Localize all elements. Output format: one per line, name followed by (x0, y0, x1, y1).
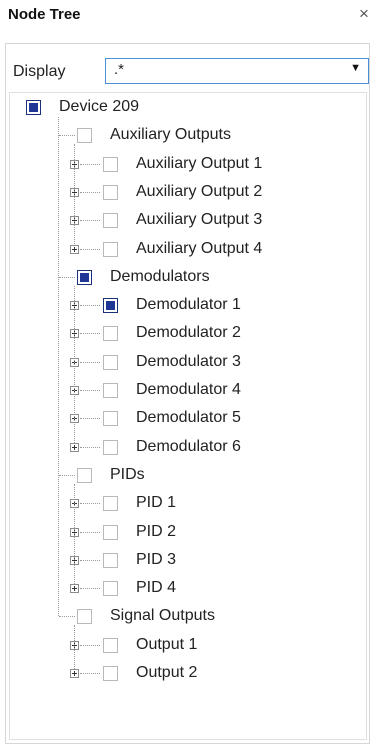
group-checkbox[interactable] (77, 609, 92, 625)
expand-plus-icon[interactable] (70, 244, 79, 254)
tree-node-label[interactable]: Demodulator 5 (136, 409, 241, 427)
tree-connector (80, 559, 100, 561)
node-checkbox[interactable] (103, 496, 118, 512)
tree-connector (80, 191, 100, 193)
tree-group-label[interactable]: Demodulators (110, 268, 210, 286)
tree-connector (74, 483, 75, 585)
tree-connector (80, 673, 100, 674)
tree-group-label[interactable]: Auxiliary Outputs (110, 126, 231, 144)
tree-connector (80, 446, 100, 448)
tree-connector (74, 625, 75, 669)
display-filter-select[interactable]: .* ▼ (105, 58, 369, 84)
tree-node-label[interactable]: Device 209 (59, 98, 139, 116)
node-checkbox[interactable] (103, 552, 118, 568)
node-checkbox[interactable] (103, 637, 118, 653)
expand-plus-icon[interactable] (70, 442, 79, 452)
tree-connector (59, 616, 75, 618)
root-checkbox[interactable] (26, 100, 41, 115)
tree-node-label[interactable]: PID 3 (136, 551, 176, 569)
tree-connector (80, 531, 100, 533)
tree-node-label[interactable]: PID 1 (136, 494, 176, 512)
panel-title: Node Tree (8, 6, 81, 23)
tree-node-label[interactable]: PID 2 (136, 523, 176, 541)
node-checkbox[interactable] (103, 411, 118, 427)
expand-plus-icon[interactable] (70, 669, 79, 678)
tree-node-label[interactable]: Demodulator 4 (136, 381, 241, 399)
tree-connector (74, 144, 75, 245)
group-checkbox[interactable] (77, 128, 92, 144)
node-checkbox[interactable] (103, 354, 118, 370)
node-checkbox[interactable] (103, 439, 118, 455)
tree-connector (80, 333, 100, 335)
tree-connector (59, 276, 75, 278)
node-checkbox[interactable] (103, 524, 118, 540)
tree-node-label[interactable]: Auxiliary Output 4 (136, 240, 262, 258)
tree-node-label[interactable]: Demodulator 6 (136, 438, 241, 456)
tree-connector (80, 644, 100, 646)
expand-plus-icon[interactable] (70, 584, 79, 594)
tree-node-label[interactable]: Auxiliary Output 2 (136, 183, 262, 201)
tree-connector (58, 117, 59, 617)
display-label: Display (13, 63, 66, 80)
tree-node-label[interactable]: PID 4 (136, 579, 176, 597)
group-checkbox[interactable] (77, 269, 92, 285)
node-checkbox[interactable] (103, 666, 118, 681)
tree-connector (80, 220, 100, 222)
tree-connector (80, 305, 100, 307)
tree-connector (59, 135, 75, 137)
node-checkbox[interactable] (103, 184, 118, 200)
group-checkbox[interactable] (77, 467, 92, 483)
tree-connector (80, 248, 100, 250)
tree-connector (80, 361, 100, 363)
display-filter-value: .* (114, 61, 125, 78)
dropdown-arrow-icon[interactable]: ▼ (350, 62, 361, 74)
tree-node-label[interactable]: Demodulator 3 (136, 353, 241, 371)
close-icon[interactable]: × (359, 5, 369, 23)
node-checkbox[interactable] (103, 156, 118, 172)
node-checkbox[interactable] (103, 298, 118, 314)
tree-connector (80, 390, 100, 391)
tree-connector (80, 163, 100, 165)
node-checkbox[interactable] (103, 326, 118, 342)
tree-node-label[interactable]: Auxiliary Output 3 (136, 211, 262, 229)
tree-node-label[interactable]: Auxiliary Output 1 (136, 155, 262, 173)
node-checkbox[interactable] (103, 213, 118, 229)
tree-connector (74, 285, 75, 443)
tree-connector (80, 503, 100, 505)
tree-connector (80, 588, 100, 590)
node-checkbox[interactable] (103, 581, 118, 597)
tree-node-label[interactable]: Demodulator 2 (136, 324, 241, 342)
tree-node-label[interactable]: Output 1 (136, 636, 197, 654)
tree-node-label[interactable]: Demodulator 1 (136, 296, 241, 314)
node-checkbox[interactable] (103, 241, 118, 257)
node-checkbox[interactable] (103, 383, 118, 398)
tree-node-label[interactable]: Output 2 (136, 664, 197, 682)
tree-connector (59, 474, 75, 476)
tree-group-label[interactable]: Signal Outputs (110, 607, 215, 625)
tree-connector (80, 418, 100, 420)
tree-group-label[interactable]: PIDs (110, 466, 145, 484)
